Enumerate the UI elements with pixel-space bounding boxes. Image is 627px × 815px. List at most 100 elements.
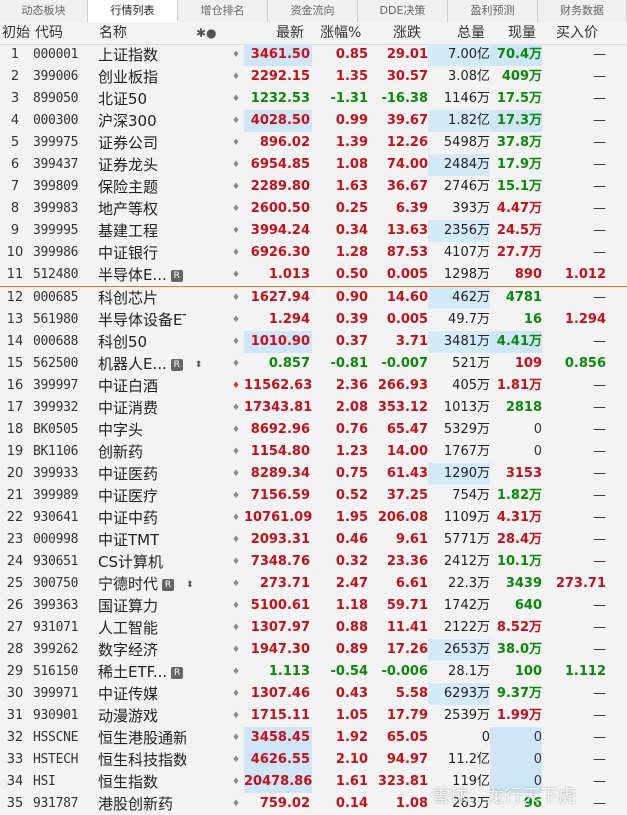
table-row[interactable]: 30 399971 中证传媒 ♦ 1307.46 0.43 5.58 6293万 9.37万 — xyxy=(0,683,627,705)
table-row[interactable]: 15 562500 机器人E... R ⬍ ♦ 0.857 -0.81 -0.007 521万 10… xyxy=(0,353,627,375)
table-row[interactable]: 27 931071 人工智能 ♦ 1307.97 0.88 11.41 2122万 8.52万 — xyxy=(0,617,627,639)
table-row[interactable]: 1 000001 上证指数 ♦ 3461.50 0.85 29.01 7.00亿 70.4万 — xyxy=(0,44,627,66)
tab-5[interactable]: 盈利预测 xyxy=(448,0,538,22)
alert-bell-icon[interactable]: ♦ xyxy=(229,331,243,353)
col-code-header[interactable]: 代码 xyxy=(35,22,63,44)
alert-bell-icon[interactable]: ♦ xyxy=(229,353,243,375)
current-volume: 9.37万 xyxy=(496,686,542,701)
table-row[interactable]: 19 BK1106 创新药 ♦ 1154.80 1.23 14.00 1767万 0 — xyxy=(0,441,627,463)
alert-bell-icon[interactable]: ♦ xyxy=(229,176,243,198)
col-vol-header[interactable]: 总量 xyxy=(457,22,485,44)
table-row[interactable]: 16 399997 中证白酒 ♦ 11562.63 2.36 266.93 405万 1.81万… xyxy=(0,375,627,397)
alert-bell-icon[interactable]: ♦ xyxy=(229,551,243,573)
table-row[interactable]: 12 000685 科创芯片 ♦ 1627.94 0.90 14.60 462万 4781 — xyxy=(0,286,627,309)
latest-price: 0.857 xyxy=(268,356,310,371)
bid-price: — xyxy=(593,113,606,128)
alert-bell-icon[interactable]: ♦ xyxy=(229,220,243,242)
table-row[interactable]: 10 399986 中证银行 ♦ 6926.30 1.28 87.53 4107万 27.7万 — xyxy=(0,242,627,264)
table-row[interactable]: 20 399933 中证医药 ♦ 8289.34 0.75 61.43 1290万 3153 — xyxy=(0,463,627,485)
alert-bell-icon[interactable]: ♦ xyxy=(229,507,243,529)
alert-bell-icon[interactable]: ♦ xyxy=(229,132,243,154)
alert-bell-icon[interactable]: ♦ xyxy=(229,639,243,661)
tab-6[interactable]: 财务数据 xyxy=(538,0,627,22)
tab-1[interactable]: 行情列表 xyxy=(88,0,178,22)
alert-bell-icon[interactable]: ♦ xyxy=(229,793,243,815)
tab-4[interactable]: DDE决策 xyxy=(358,0,448,22)
alert-bell-icon[interactable]: ♦ xyxy=(229,397,243,419)
table-row[interactable]: 13 561980 半导体设备ETF ♦ 1.294 0.39 0.005 49.7万 16 1.… xyxy=(0,309,627,331)
security-name: 半导体设备ETF xyxy=(98,309,224,331)
security-name: 创业板指 xyxy=(98,66,224,88)
col-name-header[interactable]: 名称 xyxy=(99,22,127,44)
table-row[interactable]: 26 399363 国证算力 ♦ 5100.61 1.18 59.71 1742万 640 — xyxy=(0,595,627,617)
table-row[interactable]: 17 399932 中证消费 ♦ 17343.81 2.08 353.12 1013万 2818… xyxy=(0,397,627,419)
table-row[interactable]: 25 300750 宁德时代 R ⬍ ♦ 273.71 2.47 6.61 22.3万 3439 27… xyxy=(0,573,627,595)
alert-bell-icon[interactable]: ♦ xyxy=(229,309,243,331)
table-row[interactable]: 8 399983 地产等权 ♦ 2600.50 0.25 6.39 393万 4.47万 — xyxy=(0,198,627,220)
tab-0[interactable]: 动态板块 xyxy=(0,0,88,22)
alert-bell-icon[interactable]: ♦ xyxy=(229,198,243,220)
alert-bell-icon[interactable]: ♦ xyxy=(229,419,243,441)
alert-bell-icon[interactable]: ♦ xyxy=(229,617,243,639)
col-chg-header[interactable]: 涨跌 xyxy=(393,22,421,44)
row-index: 6 xyxy=(10,157,20,172)
table-row[interactable]: 6 399437 证券龙头 ♦ 6954.85 1.08 74.00 2484万 17.9万 — xyxy=(0,154,627,176)
alert-bell-icon[interactable]: ♦ xyxy=(229,154,243,176)
alert-bell-icon[interactable]: ♦ xyxy=(229,727,243,749)
col-bid-header[interactable]: 买入价 xyxy=(556,22,598,44)
col-mark-icons[interactable]: ✱● xyxy=(196,22,217,44)
table-row[interactable]: 32 HSSCNE 恒生港股通新经... ♦3458.45 1.92 65.05 00 — xyxy=(0,727,627,749)
alert-bell-icon[interactable]: ♦ xyxy=(229,463,243,485)
table-row[interactable]: 14 000688 科创50 ♦ 1010.90 0.37 3.71 3481万 4.41万 — xyxy=(0,331,627,353)
table-row[interactable]: 3 899050 北证50 ♦ 1232.53 -1.31 -16.38 1146万 17.5万… xyxy=(0,88,627,110)
alert-bell-icon[interactable]: ♦ xyxy=(229,110,243,132)
alert-bell-icon[interactable]: ♦ xyxy=(229,749,243,771)
latest-price: 17343.81 xyxy=(244,400,312,415)
alert-bell-icon[interactable]: ♦ xyxy=(229,683,243,705)
table-row[interactable]: 18 BK0505 中字头 ♦ 8692.96 0.76 65.47 5329万 0 — xyxy=(0,419,627,441)
table-row[interactable]: 24 930651 CS计算机 ♦ 7348.76 0.32 23.36 2412万 10.1万… xyxy=(0,551,627,573)
change-percent: 0.32 xyxy=(335,554,368,569)
security-name: 数字经济 xyxy=(98,639,224,661)
alert-bell-icon[interactable]: ♦ xyxy=(229,705,243,727)
col-latest-header[interactable]: 最新 xyxy=(276,22,304,44)
alert-bell-icon[interactable]: ♦ xyxy=(229,595,243,617)
table-row[interactable]: 28 399262 数字经济 ♦ 1947.30 0.89 17.26 2653万 38.0万 — xyxy=(0,639,627,661)
latest-price: 20478.86 xyxy=(244,771,312,793)
table-row[interactable]: 23 000998 中证TMT ♦ 2093.31 0.46 9.61 5771万 28.4万 — xyxy=(0,529,627,551)
col-pct-header[interactable]: 涨幅% xyxy=(320,22,361,44)
latest-price: 10761.09 xyxy=(244,510,312,525)
alert-bell-icon[interactable]: ♦ xyxy=(229,66,243,88)
table-row[interactable]: 21 399989 中证医疗 ♦ 7156.59 0.52 37.25 754万 1.82万 — xyxy=(0,485,627,507)
current-volume: 70.4万 xyxy=(490,44,542,66)
tab-2[interactable]: 增仓排名 xyxy=(178,0,268,22)
security-code: HSTECH xyxy=(33,752,79,767)
alert-bell-icon[interactable]: ♦ xyxy=(229,771,243,793)
alert-bell-icon[interactable]: ♦ xyxy=(229,44,243,66)
alert-bell-icon[interactable]: ♦ xyxy=(229,242,243,264)
alert-bell-icon[interactable]: ♦ xyxy=(229,573,243,595)
row-index: 2 xyxy=(10,69,20,84)
alert-bell-icon[interactable]: ♦ xyxy=(229,485,243,507)
alert-bell-icon[interactable]: ♦ xyxy=(229,287,243,309)
table-row[interactable]: 33 HSTECH 恒生科技指数 ♦ 4626.55 2.10 94.97 11.2亿 0 — xyxy=(0,749,627,771)
security-name-text: 北证50 xyxy=(98,90,148,108)
table-row[interactable]: 5 399975 证券公司 ♦ 896.02 1.39 12.26 5498万 37.8万 — xyxy=(0,132,627,154)
table-row[interactable]: 9 399995 基建工程 ♦ 3994.24 0.34 13.63 2356万 24.5万 — xyxy=(0,220,627,242)
alert-bell-icon[interactable]: ♦ xyxy=(229,529,243,551)
alert-bell-icon[interactable]: ♦ xyxy=(229,88,243,110)
col-index-header[interactable]: 初始 xyxy=(2,22,30,44)
table-row[interactable]: 22 930641 中证中药 ♦ 10761.09 1.95 206.08 1109万 4.31… xyxy=(0,507,627,529)
table-row[interactable]: 7 399809 保险主题 ♦ 2289.80 1.63 36.67 2746万 15.1万 — xyxy=(0,176,627,198)
table-row[interactable]: 4 000300 沪深300 ♦ 4028.50 0.99 39.67 1.82亿 17.3万 — xyxy=(0,110,627,132)
table-row[interactable]: 31 930901 动漫游戏 ♦ 1715.11 1.05 17.79 2539万 1.99万 — xyxy=(0,705,627,727)
col-cur-header[interactable]: 现量 xyxy=(508,22,536,44)
alert-bell-icon[interactable]: ♦ xyxy=(229,661,243,683)
alert-bell-icon[interactable]: ♦ xyxy=(229,375,243,397)
alert-bell-icon[interactable]: ♦ xyxy=(229,264,243,286)
table-row[interactable]: 2 399006 创业板指 ♦ 2292.15 1.35 30.57 3.08亿 409万 — xyxy=(0,66,627,88)
alert-bell-icon[interactable]: ♦ xyxy=(229,441,243,463)
tab-3[interactable]: 资金流向 xyxy=(268,0,358,22)
table-row[interactable]: 29 516150 稀土ETF... R ♦ 1.113 -0.54 -0.006 28.1万 1… xyxy=(0,661,627,683)
table-row[interactable]: 11 512480 半导体E... R ♦ 1.013 0.50 0.005 1298万 890 1… xyxy=(0,264,627,286)
